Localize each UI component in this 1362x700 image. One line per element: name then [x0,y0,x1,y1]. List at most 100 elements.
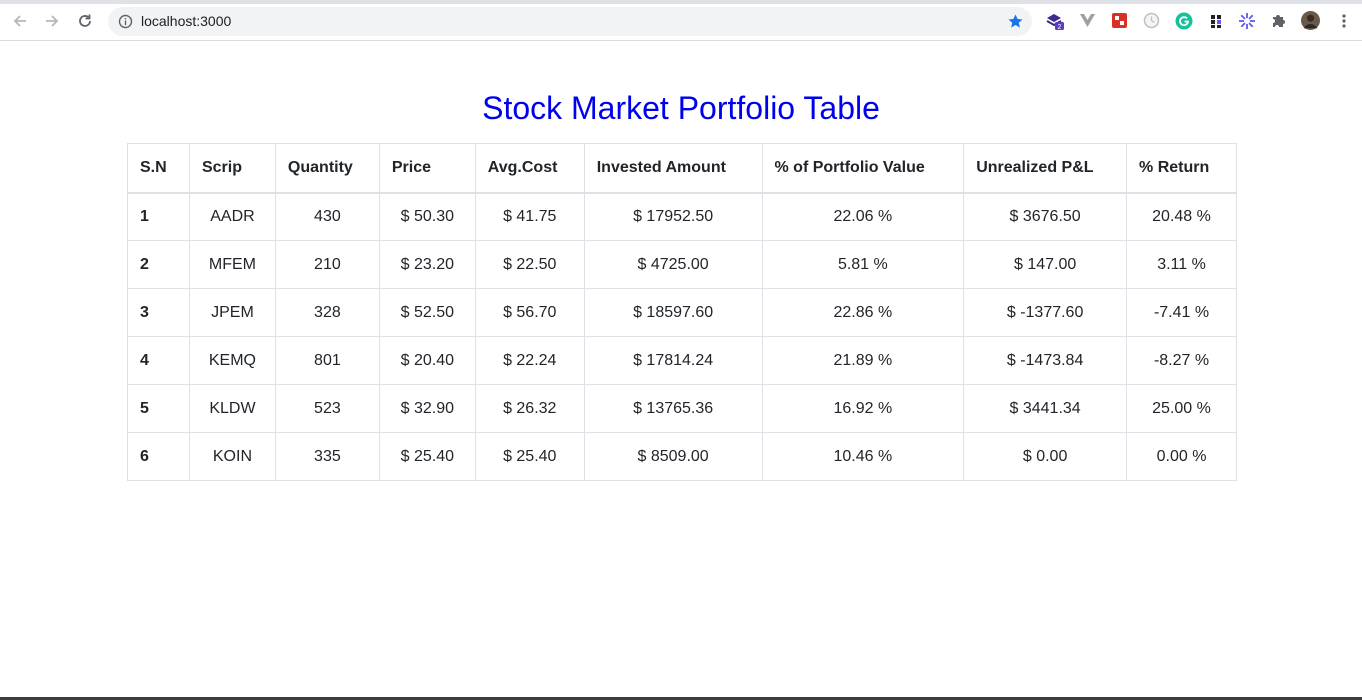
cell-avg-cost: $ 22.50 [474,240,585,289]
dots-extension[interactable] [1206,11,1225,30]
cell-scrip: KOIN [188,432,276,481]
cell-avg-cost: $ 25.40 [474,432,585,481]
cell-avg-cost: $ 41.75 [474,192,585,241]
cell-scrip: AADR [188,192,276,241]
column-header-avg-cost: Avg.Cost [474,143,585,194]
column-header-sn: S.N [127,143,190,194]
cell-quantity: 328 [274,288,380,337]
cell-portfolio-value: 21.89 % [761,336,965,385]
sparkle-icon [1238,12,1255,29]
grammarly-icon [1175,12,1192,29]
cell-avg-cost: $ 26.32 [474,384,585,433]
table-row: 6 KOIN 335 $ 25.40 $ 25.40 $ 8509.00 10.… [127,432,1237,481]
cell-unrealized-pnl: $ 3441.34 [963,384,1128,433]
extensions-button[interactable] [1269,11,1288,30]
cell-scrip: KEMQ [188,336,276,385]
cell-scrip: MFEM [188,240,276,289]
column-header-return: % Return [1126,143,1237,194]
cell-quantity: 335 [274,432,380,481]
arrow-left-icon [13,15,26,27]
avatar [1301,11,1320,30]
extension-badge: 2 [1058,24,1062,30]
cell-price: $ 52.50 [378,288,476,337]
cell-portfolio-value: 22.86 % [761,288,965,337]
red-extension[interactable] [1110,11,1129,30]
grid-dots-icon [1210,14,1221,28]
cell-sn: 5 [127,384,190,433]
column-header-portfolio-value: % of Portfolio Value [761,143,965,194]
cell-return: 25.00 % [1126,384,1237,433]
cell-return: -8.27 % [1126,336,1237,385]
clock-icon [1143,12,1160,29]
column-header-invested-amount: Invested Amount [583,143,763,194]
forward-button[interactable] [41,10,63,32]
puzzle-icon [1273,15,1285,27]
cell-invested-amount: $ 13765.36 [583,384,763,433]
kebab-menu-icon [1341,13,1346,28]
table-body: 1 AADR 430 $ 50.30 $ 41.75 $ 17952.50 22… [127,192,1237,481]
cell-quantity: 210 [274,240,380,289]
cell-invested-amount: $ 17952.50 [583,192,763,241]
cell-invested-amount: $ 17814.24 [583,336,763,385]
stack-icon: 2 [1046,14,1064,30]
browser-menu-button[interactable] [1334,11,1353,30]
page-title: Stock Market Portfolio Table [482,90,880,126]
cell-return: 20.48 % [1126,192,1237,241]
table-row: 5 KLDW 523 $ 32.90 $ 26.32 $ 13765.36 16… [127,384,1237,433]
cell-return: 3.11 % [1126,240,1237,289]
arrow-right-icon [46,15,59,27]
table-header: S.N Scrip Quantity Price Avg.Cost Invest… [127,143,1237,194]
cell-avg-cost: $ 22.24 [474,336,585,385]
reload-icon [79,14,91,27]
table-row: 3 JPEM 328 $ 52.50 $ 56.70 $ 18597.60 22… [127,288,1237,337]
bookmark-star-icon[interactable] [1007,13,1024,30]
table-row: 1 AADR 430 $ 50.30 $ 41.75 $ 17952.50 22… [127,192,1237,241]
cell-scrip: JPEM [188,288,276,337]
cell-sn: 4 [127,336,190,385]
profile-button[interactable] [1301,11,1320,30]
cell-unrealized-pnl: $ -1377.60 [963,288,1128,337]
cell-return: 0.00 % [1126,432,1237,481]
portfolio-table: S.N Scrip Quantity Price Avg.Cost Invest… [127,143,1237,481]
tab-strip [0,0,1362,4]
cell-sn: 2 [127,240,190,289]
red-square-icon [1112,13,1127,28]
cell-unrealized-pnl: $ 0.00 [963,432,1128,481]
cell-portfolio-value: 10.46 % [761,432,965,481]
cell-avg-cost: $ 56.70 [474,288,585,337]
cell-price: $ 25.40 [378,432,476,481]
info-icon[interactable] [118,14,133,29]
address-bar[interactable]: localhost:3000 [108,7,1032,36]
column-header-unrealized-pnl: Unrealized P&L [963,143,1128,194]
cell-quantity: 801 [274,336,380,385]
cell-portfolio-value: 5.81 % [761,240,965,289]
timer-extension[interactable] [1142,11,1161,30]
browser-toolbar: localhost:3000 2 [0,0,1362,41]
back-button[interactable] [9,10,31,32]
cell-quantity: 523 [274,384,380,433]
grammarly-extension[interactable] [1174,11,1193,30]
cell-sn: 6 [127,432,190,481]
table-row: 2 MFEM 210 $ 23.20 $ 22.50 $ 4725.00 5.8… [127,240,1237,289]
cell-portfolio-value: 22.06 % [761,192,965,241]
spark-extension[interactable] [1237,11,1256,30]
extension-stack-button[interactable]: 2 [1045,11,1064,30]
cell-unrealized-pnl: $ 147.00 [963,240,1128,289]
cell-price: $ 20.40 [378,336,476,385]
column-header-price: Price [378,143,476,194]
vue-devtools-extension[interactable] [1078,11,1097,30]
cell-invested-amount: $ 18597.60 [583,288,763,337]
cell-unrealized-pnl: $ -1473.84 [963,336,1128,385]
cell-invested-amount: $ 4725.00 [583,240,763,289]
table-row: 4 KEMQ 801 $ 20.40 $ 22.24 $ 17814.24 21… [127,336,1237,385]
cell-unrealized-pnl: $ 3676.50 [963,192,1128,241]
cell-quantity: 430 [274,192,380,241]
url-text: localhost:3000 [141,13,232,29]
reload-button[interactable] [74,10,96,32]
column-header-scrip: Scrip [188,143,276,194]
header-row: S.N Scrip Quantity Price Avg.Cost Invest… [127,143,1237,194]
cell-portfolio-value: 16.92 % [761,384,965,433]
cell-scrip: KLDW [188,384,276,433]
cell-price: $ 50.30 [378,192,476,241]
cell-sn: 3 [127,288,190,337]
